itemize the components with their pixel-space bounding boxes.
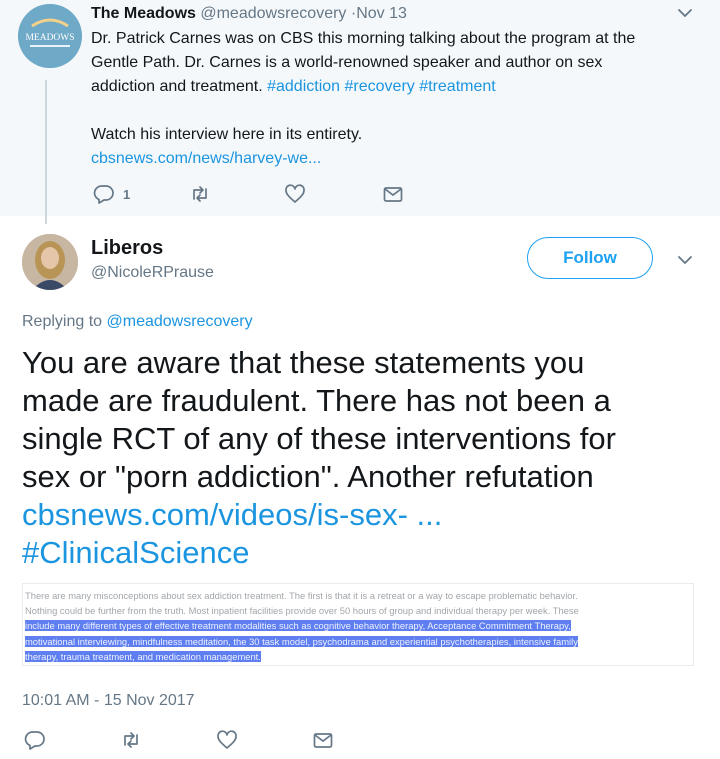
tweet-text-line: You are aware that these statements you [22, 345, 585, 380]
embedded-text: There are many misconceptions about sex … [25, 588, 691, 664]
hashtag-link[interactable]: #recovery [345, 78, 415, 95]
chevron-down-icon[interactable] [676, 6, 694, 20]
parent-author-handle[interactable]: @meadowsrecovery [200, 5, 346, 22]
liberos-avatar[interactable] [22, 234, 78, 290]
highlighted-text-line: therapy, trauma treatment, and medicatio… [25, 650, 261, 662]
parent-tweet-header: The Meadows @meadowsrecovery ·Nov 13 [91, 4, 407, 23]
tweet-video-link[interactable]: cbsnews.com/videos/is-sex- ... [22, 496, 702, 534]
highlighted-text-line: include many different types of effectiv… [25, 620, 571, 632]
chevron-down-icon[interactable] [676, 253, 694, 267]
like-button[interactable] [216, 729, 238, 751]
reply-button[interactable] [24, 729, 46, 751]
tweet-text-line: single RCT of any of these interventions… [22, 421, 616, 456]
replying-handle-link[interactable]: @meadowsrecovery [107, 313, 253, 330]
parent-text-fragment: addiction and treatment. [91, 78, 268, 95]
retweet-icon [193, 186, 207, 202]
reply-icon [24, 731, 45, 750]
highlighted-text-line: motivational interviewing, mindfulness m… [25, 635, 578, 647]
tweet-text-line: made are fraudulent. There has not been … [22, 383, 611, 418]
reply-count: 1 [123, 186, 131, 202]
tweet-actions [22, 729, 352, 753]
retweet-button[interactable] [189, 183, 211, 205]
hashtag-link[interactable]: #addiction [267, 78, 340, 95]
svg-text:MEADOWS: MEADOWS [25, 33, 74, 43]
direct-message-button[interactable] [382, 183, 404, 205]
parent-text-line: Dr. Patrick Carnes was on CBS this morni… [91, 30, 636, 47]
hashtag-link[interactable]: #ClinicalScience [22, 534, 702, 572]
hashtag-link[interactable]: #treatment [419, 78, 495, 95]
author-name[interactable]: Liberos [91, 236, 163, 260]
parent-tweet-text: Dr. Patrick Carnes was on CBS this morni… [91, 27, 691, 171]
direct-message-icon [313, 733, 333, 748]
embedded-text-screenshot[interactable]: There are many misconceptions about sex … [22, 583, 694, 666]
replying-to: Replying to @meadowsrecovery [22, 312, 253, 332]
tweet-text: You are aware that these statements you … [22, 344, 702, 572]
parent-tweet[interactable]: MEADOWS The Meadows @meadowsrecovery ·No… [0, 0, 720, 224]
meadows-avatar[interactable]: MEADOWS [18, 4, 82, 68]
parent-author-name[interactable]: The Meadows [91, 5, 196, 22]
like-icon [285, 184, 305, 203]
retweet-icon [124, 732, 138, 748]
embedded-text-line: Nothing could be further from the truth.… [25, 605, 579, 617]
thread-connector-line [45, 80, 47, 224]
like-button[interactable] [284, 183, 306, 205]
direct-message-icon [383, 187, 403, 202]
parent-text-line: Gentle Path. Dr. Carnes is a world-renow… [91, 54, 603, 71]
parent-text-line: Watch his interview here in its entirety… [91, 126, 363, 143]
like-icon [217, 730, 237, 749]
follow-button[interactable]: Follow [527, 237, 653, 279]
parent-tweet-actions: 1 [91, 183, 421, 205]
tweet-text-line: sex or "porn addiction". Another refutat… [22, 459, 594, 494]
parent-article-link[interactable]: cbsnews.com/news/harvey-we... [91, 147, 691, 171]
direct-message-button[interactable] [312, 729, 334, 751]
author-handle[interactable]: @NicoleRPrause [91, 263, 214, 283]
reply-icon [93, 185, 114, 204]
retweet-button[interactable] [120, 729, 142, 751]
embedded-text-line: There are many misconceptions about sex … [25, 590, 578, 601]
parent-text-line: addiction and treatment. #addiction #rec… [91, 75, 691, 99]
reply-button[interactable]: 1 [93, 183, 130, 205]
parent-tweet-date[interactable]: ·Nov 13 [351, 5, 407, 22]
tweet-timestamp[interactable]: 10:01 AM - 15 Nov 2017 [22, 691, 195, 711]
replying-prefix: Replying to [22, 313, 107, 330]
